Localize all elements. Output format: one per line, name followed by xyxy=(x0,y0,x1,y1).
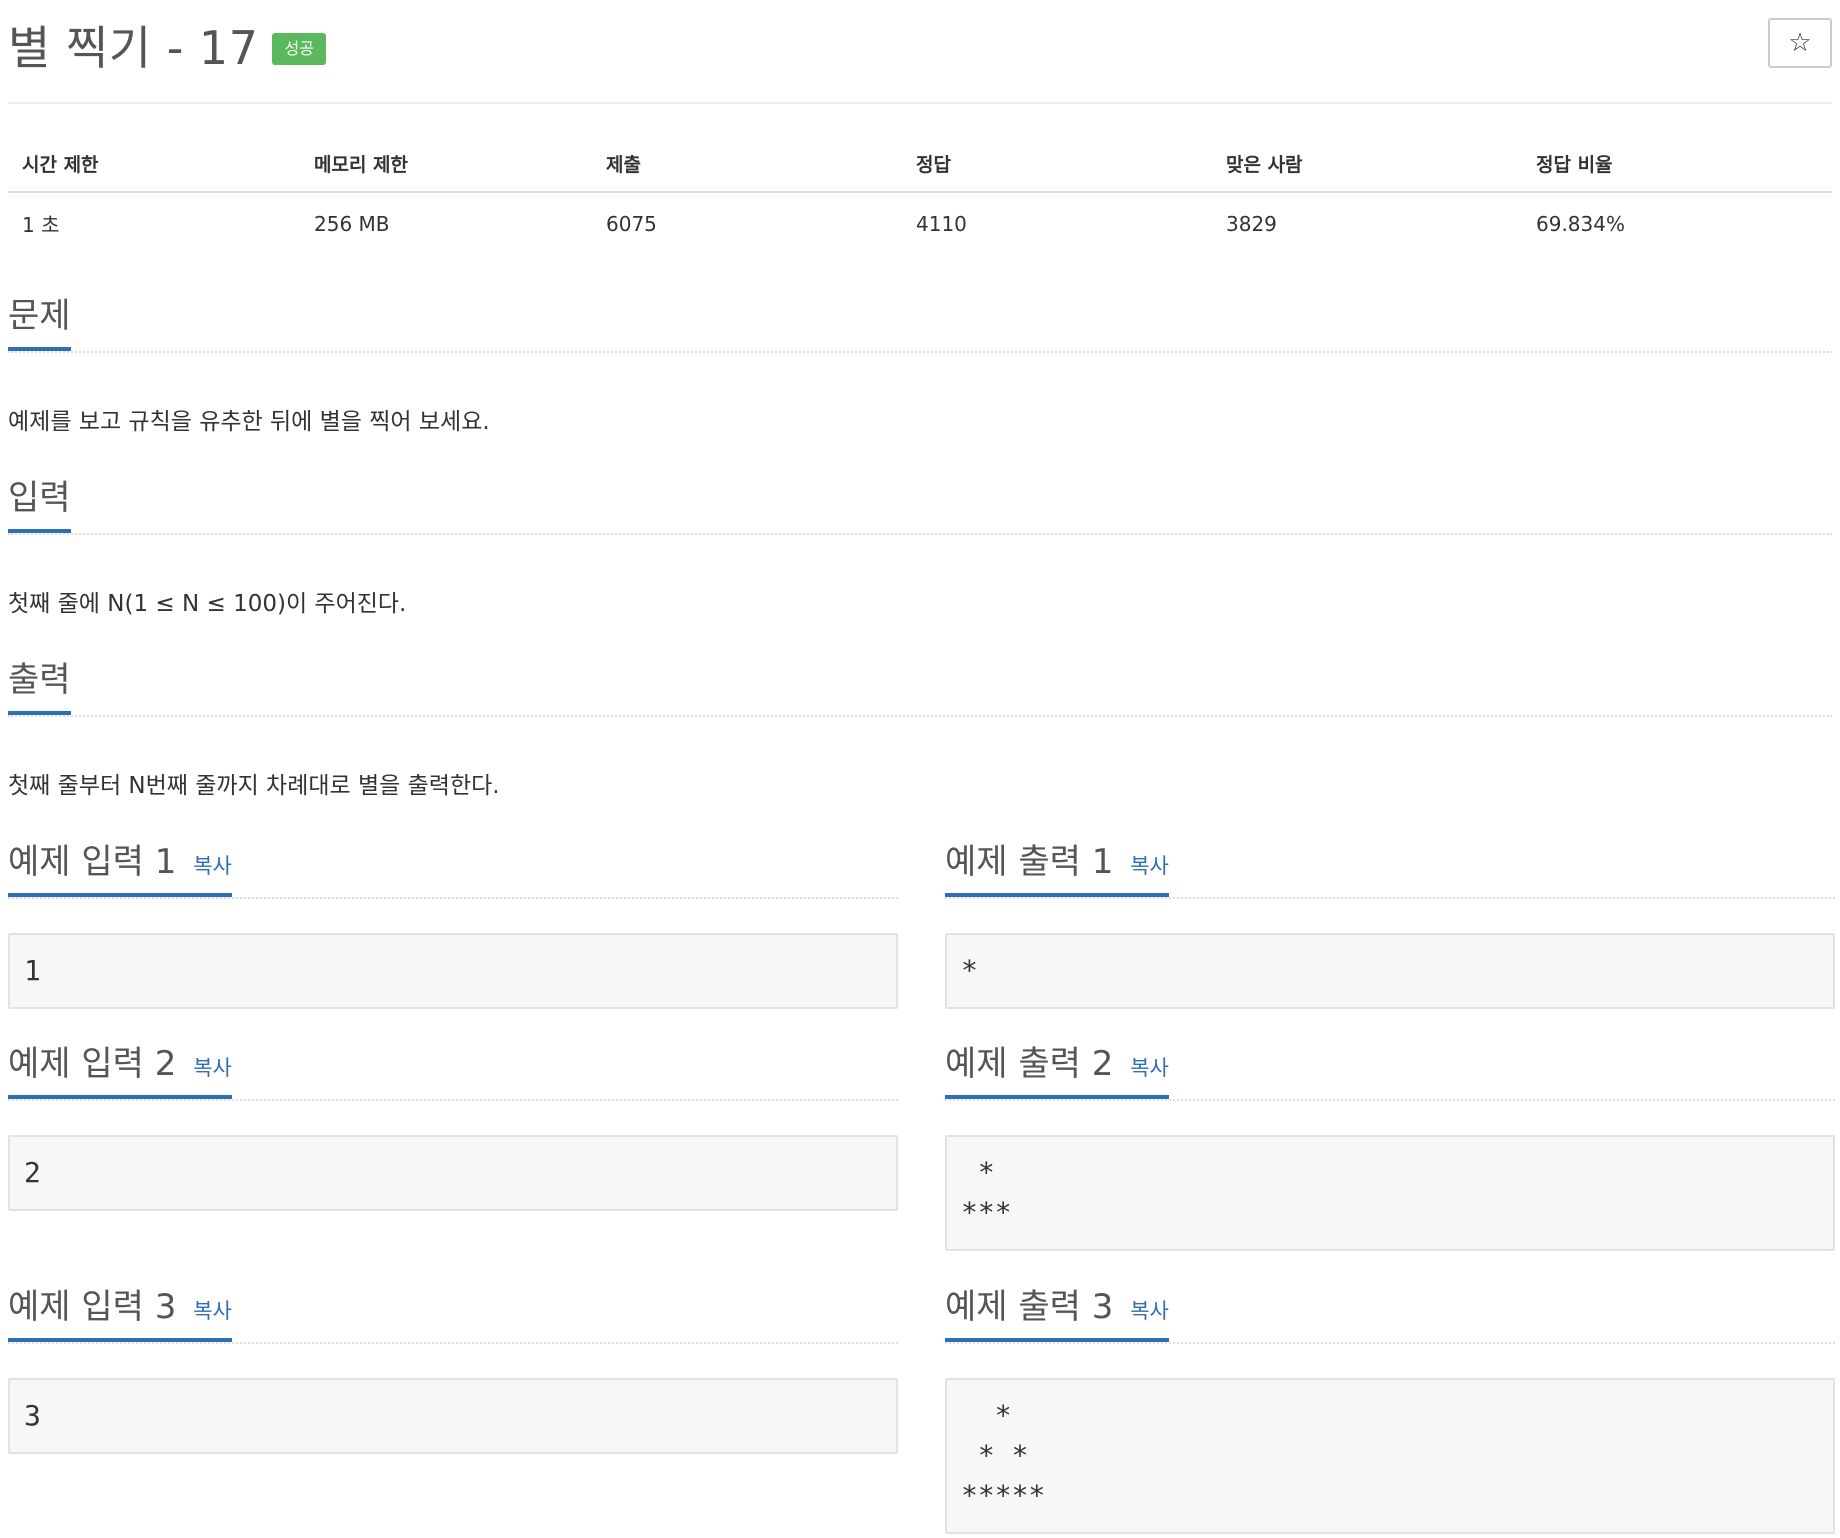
sample-input-2-headline: 예제 입력 2 복사 xyxy=(8,1044,898,1101)
info-accepted: 4110 xyxy=(916,211,967,236)
info-header-row: 시간 제한 메모리 제한 제출 정답 맞은 사람 정답 비율 xyxy=(8,138,1832,193)
sample-input-3-label: 예제 입력 3 xyxy=(8,1287,177,1327)
copy-sample-output-1-button[interactable]: 복사 xyxy=(1130,854,1169,878)
sample-output-2-box[interactable]: * *** xyxy=(945,1135,1835,1251)
sample-output-2-label: 예제 출력 2 xyxy=(945,1044,1114,1084)
favorite-button[interactable]: ☆ xyxy=(1768,18,1832,68)
sample-input-3-section: 예제 입력 3 복사 3 xyxy=(8,1287,898,1454)
info-ratio: 69.834% xyxy=(1536,211,1625,236)
info-solvers: 3829 xyxy=(1226,211,1277,236)
page-title: 별 찍기 - 17 xyxy=(8,21,259,75)
info-memory-limit: 256 MB xyxy=(314,211,390,236)
problem-page: 별 찍기 - 17 성공 ☆ 시간 제한 메모리 제한 제출 정답 맞은 사람 … xyxy=(0,0,1840,1538)
copy-sample-output-2-button[interactable]: 복사 xyxy=(1130,1056,1169,1080)
sample-input-2-label: 예제 입력 2 xyxy=(8,1044,177,1084)
info-time-limit: 1 초 xyxy=(22,213,60,237)
copy-sample-output-3-button[interactable]: 복사 xyxy=(1130,1299,1169,1323)
info-header-memory-limit: 메모리 제한 xyxy=(300,138,592,193)
input-headline: 입력 xyxy=(8,478,1832,535)
sample-input-2-box[interactable]: 2 xyxy=(8,1135,898,1211)
sample-output-2-title: 예제 출력 2 복사 xyxy=(945,1044,1169,1099)
sample-output-3-section: 예제 출력 3 복사 * * * ***** xyxy=(945,1287,1835,1534)
sample-output-1-headline: 예제 출력 1 복사 xyxy=(945,842,1835,899)
problem-text: 예제를 보고 규칙을 유추한 뒤에 별을 찍어 보세요. xyxy=(8,409,490,435)
star-icon: ☆ xyxy=(1788,28,1812,58)
info-header-submissions: 제출 xyxy=(592,138,902,193)
copy-sample-input-3-button[interactable]: 복사 xyxy=(193,1299,232,1323)
problem-section: 문제 예제를 보고 규칙을 유추한 뒤에 별을 찍어 보세요. xyxy=(8,296,1832,436)
sample-input-1-box[interactable]: 1 xyxy=(8,933,898,1009)
sample-input-3-title: 예제 입력 3 복사 xyxy=(8,1287,232,1342)
sample-input-1-headline: 예제 입력 1 복사 xyxy=(8,842,898,899)
problem-headline: 문제 xyxy=(8,296,1832,353)
output-headline: 출력 xyxy=(8,660,1832,717)
input-text: 첫째 줄에 N(1 ≤ N ≤ 100)이 주어진다. xyxy=(8,591,407,617)
status-badge: 성공 xyxy=(272,33,326,65)
title-wrap: 별 찍기 - 17 성공 xyxy=(8,14,326,76)
info-submissions: 6075 xyxy=(606,211,657,236)
sample-input-2-title: 예제 입력 2 복사 xyxy=(8,1044,232,1099)
sample-output-3-box[interactable]: * * * ***** xyxy=(945,1378,1835,1534)
sample-output-1-label: 예제 출력 1 xyxy=(945,842,1114,882)
copy-sample-input-2-button[interactable]: 복사 xyxy=(193,1056,232,1080)
output-text: 첫째 줄부터 N번째 줄까지 차례대로 별을 출력한다. xyxy=(8,773,500,799)
info-header-accepted: 정답 xyxy=(902,138,1212,193)
problem-title: 문제 xyxy=(8,296,71,351)
info-header-time-limit: 시간 제한 xyxy=(8,138,300,193)
sample-input-3-headline: 예제 입력 3 복사 xyxy=(8,1287,898,1344)
problem-header: 별 찍기 - 17 성공 ☆ xyxy=(8,14,1832,104)
sample-output-1-box[interactable]: * xyxy=(945,933,1835,1009)
sample-input-3-box[interactable]: 3 xyxy=(8,1378,898,1454)
sample-output-3-headline: 예제 출력 3 복사 xyxy=(945,1287,1835,1344)
sample-output-2-headline: 예제 출력 2 복사 xyxy=(945,1044,1835,1101)
info-value-row: 1 초 256 MB 6075 4110 3829 69.834% xyxy=(8,192,1832,248)
info-header-ratio: 정답 비율 xyxy=(1522,138,1832,193)
sample-output-1-section: 예제 출력 1 복사 * xyxy=(945,842,1835,1009)
input-section: 입력 첫째 줄에 N(1 ≤ N ≤ 100)이 주어진다. xyxy=(8,478,1832,618)
problem-info-table: 시간 제한 메모리 제한 제출 정답 맞은 사람 정답 비율 1 초 256 M… xyxy=(8,138,1832,248)
sample-output-1-title: 예제 출력 1 복사 xyxy=(945,842,1169,897)
sample-input-2-section: 예제 입력 2 복사 2 xyxy=(8,1044,898,1211)
copy-sample-input-1-button[interactable]: 복사 xyxy=(193,854,232,878)
sample-input-1-label: 예제 입력 1 xyxy=(8,842,177,882)
info-header-solvers: 맞은 사람 xyxy=(1212,138,1522,193)
input-title: 입력 xyxy=(8,478,71,533)
sample-output-3-label: 예제 출력 3 xyxy=(945,1287,1114,1327)
output-title: 출력 xyxy=(8,660,71,715)
sample-output-2-section: 예제 출력 2 복사 * *** xyxy=(945,1044,1835,1251)
sample-input-1-section: 예제 입력 1 복사 1 xyxy=(8,842,898,1009)
output-section: 출력 첫째 줄부터 N번째 줄까지 차례대로 별을 출력한다. xyxy=(8,660,1832,800)
sample-output-3-title: 예제 출력 3 복사 xyxy=(945,1287,1169,1342)
sample-input-1-title: 예제 입력 1 복사 xyxy=(8,842,232,897)
